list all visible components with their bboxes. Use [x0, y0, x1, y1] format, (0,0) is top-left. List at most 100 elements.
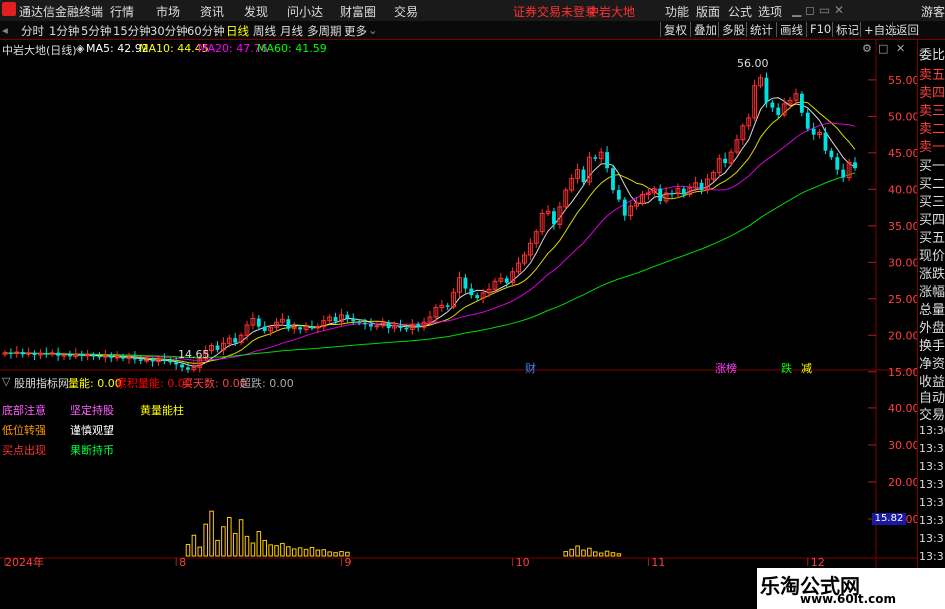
period-5min[interactable]: 5分钟	[81, 23, 111, 39]
indicator-volume-energy: 量能: 0.00	[68, 377, 122, 390]
period-monthly[interactable]: 月线	[280, 23, 303, 39]
volume-energy-bar	[327, 551, 332, 557]
menu-ask[interactable]: 问小达	[287, 3, 323, 20]
chevron-down-icon[interactable]: ⌄	[368, 23, 378, 37]
side-net-assets[interactable]: 净资	[919, 353, 945, 372]
chart-settings-icon[interactable]: ⚙	[862, 42, 872, 55]
period-1min[interactable]: 1分钟	[49, 23, 79, 39]
side-ask4[interactable]: 卖四	[919, 82, 945, 101]
period-prev-icon[interactable]: ◂	[2, 23, 8, 37]
side-ask2[interactable]: 卖二	[919, 118, 945, 137]
candle-body	[805, 112, 810, 129]
menu-formula[interactable]: 公式	[728, 3, 752, 20]
side-bid5[interactable]: 买五	[919, 227, 945, 246]
side-volume[interactable]: 总量	[919, 299, 945, 318]
menu-layout[interactable]: 版面	[696, 3, 720, 20]
indicator-cumulative-energy: 累积量能: 0.00	[116, 377, 192, 390]
restore-rights-button[interactable]: 复权	[660, 22, 690, 37]
volume-energy-bar	[575, 545, 580, 557]
candle-body	[61, 354, 67, 357]
side-bid3[interactable]: 买三	[919, 191, 945, 210]
kline-chart[interactable]: 15.00 20.00 25.00 30.00 35.00 40.00 45.00 50.00…	[0, 40, 917, 609]
candle-body	[256, 318, 261, 327]
side-time-4: 13:31	[919, 478, 945, 491]
price-tick-label: 55.00	[888, 74, 917, 87]
date-label: 11	[651, 556, 665, 569]
side-outer-volume[interactable]: 外盘	[919, 317, 945, 336]
indicator-toggle-icon[interactable]: ▽	[2, 375, 10, 388]
candle-body	[121, 356, 125, 359]
menu-trade[interactable]: 交易	[394, 3, 418, 20]
label-hold-cash: 果断持币	[70, 444, 114, 457]
period-multi[interactable]: 多周期	[307, 23, 342, 39]
side-time-1: 13:30	[919, 424, 945, 437]
event-tag-financial[interactable]: 财	[525, 360, 536, 376]
side-change-pct[interactable]: 涨幅	[919, 281, 945, 300]
side-bid-ratio[interactable]: 委比	[919, 44, 945, 63]
candle-body	[363, 322, 367, 325]
period-15min[interactable]: 15分钟	[113, 23, 151, 39]
overlay-button[interactable]: 叠加	[690, 22, 720, 37]
mark-button[interactable]: 标记	[832, 22, 862, 37]
f10-button[interactable]: F10	[806, 22, 834, 37]
indicator-buy-days: 买天数: 0.00	[182, 377, 247, 390]
volume-energy-bar	[215, 539, 220, 557]
candle-body	[463, 277, 468, 289]
maximize-icon[interactable]: □	[878, 42, 888, 55]
side-bid1[interactable]: 买一	[919, 155, 945, 174]
login-status[interactable]: 证券交易未登录	[513, 3, 597, 20]
draw-line-button[interactable]: 画线	[776, 22, 806, 37]
period-intraday[interactable]: 分时	[21, 23, 44, 39]
candle-body	[398, 325, 403, 328]
volume-energy-bar	[191, 534, 197, 557]
back-button[interactable]: 返回	[892, 22, 922, 37]
side-change[interactable]: 涨跌	[919, 263, 945, 282]
candle-body	[162, 359, 167, 361]
low-price-annotation: 14.65	[178, 348, 210, 361]
candle-body	[658, 188, 663, 202]
menu-function[interactable]: 功能	[665, 3, 689, 20]
period-weekly[interactable]: 周线	[253, 23, 276, 39]
side-price[interactable]: 现价	[919, 245, 945, 264]
period-daily[interactable]: 日线	[226, 23, 249, 39]
user-label[interactable]: 游客	[921, 3, 945, 20]
side-time-3: 13:31	[919, 460, 945, 473]
close-icon[interactable]: ✕	[896, 42, 905, 55]
side-ask3[interactable]: 卖三	[919, 100, 945, 119]
menu-quotes[interactable]: 行情	[110, 3, 134, 20]
statistics-button[interactable]: 统计	[746, 22, 776, 37]
side-trade[interactable]: 交易	[919, 404, 945, 423]
side-bid4[interactable]: 买四	[919, 209, 945, 228]
candle-body	[20, 352, 25, 355]
volume-energy-bar	[286, 546, 291, 557]
multi-stock-button[interactable]: 多股	[718, 22, 748, 37]
high-price-annotation: 56.00	[737, 57, 769, 70]
menu-options[interactable]: 选项	[758, 3, 782, 20]
legend-ma60: MA60: 41.59	[257, 42, 327, 55]
stock-legend-name: 中岩大地(日线)	[2, 44, 77, 57]
period-more[interactable]: 更多	[344, 23, 367, 39]
period-30min[interactable]: 30分钟	[150, 23, 188, 39]
menu-market[interactable]: 市场	[156, 3, 180, 20]
menu-wealth[interactable]: 财富圈	[340, 3, 376, 20]
menu-discover[interactable]: 发现	[244, 3, 268, 20]
event-tag-drop[interactable]: 跌	[781, 360, 792, 376]
side-bid2[interactable]: 买二	[919, 173, 945, 192]
menu-news[interactable]: 资讯	[200, 3, 224, 20]
volume-energy-bar	[593, 551, 598, 557]
side-ask5[interactable]: 卖五	[919, 64, 945, 83]
volume-energy-bar	[262, 539, 267, 557]
side-ask1[interactable]: 卖一	[919, 136, 945, 155]
period-60min[interactable]: 60分钟	[187, 23, 225, 39]
price-tick-label: 45.00	[888, 147, 917, 160]
event-tag-rally-list[interactable]: 涨榜	[715, 360, 737, 376]
event-tag-reduce[interactable]: 减	[801, 360, 812, 376]
side-turnover[interactable]: 换手	[919, 335, 945, 354]
side-time-7: 13:31	[919, 532, 945, 545]
candle-body	[841, 169, 846, 178]
window-controls[interactable]: ▁ ◻ ▭ ✕	[792, 3, 844, 17]
candle-body	[374, 325, 380, 328]
volume-energy-bar	[587, 547, 592, 557]
candle-body	[475, 295, 480, 299]
legend-settings-icon[interactable]: ◈	[76, 42, 84, 55]
